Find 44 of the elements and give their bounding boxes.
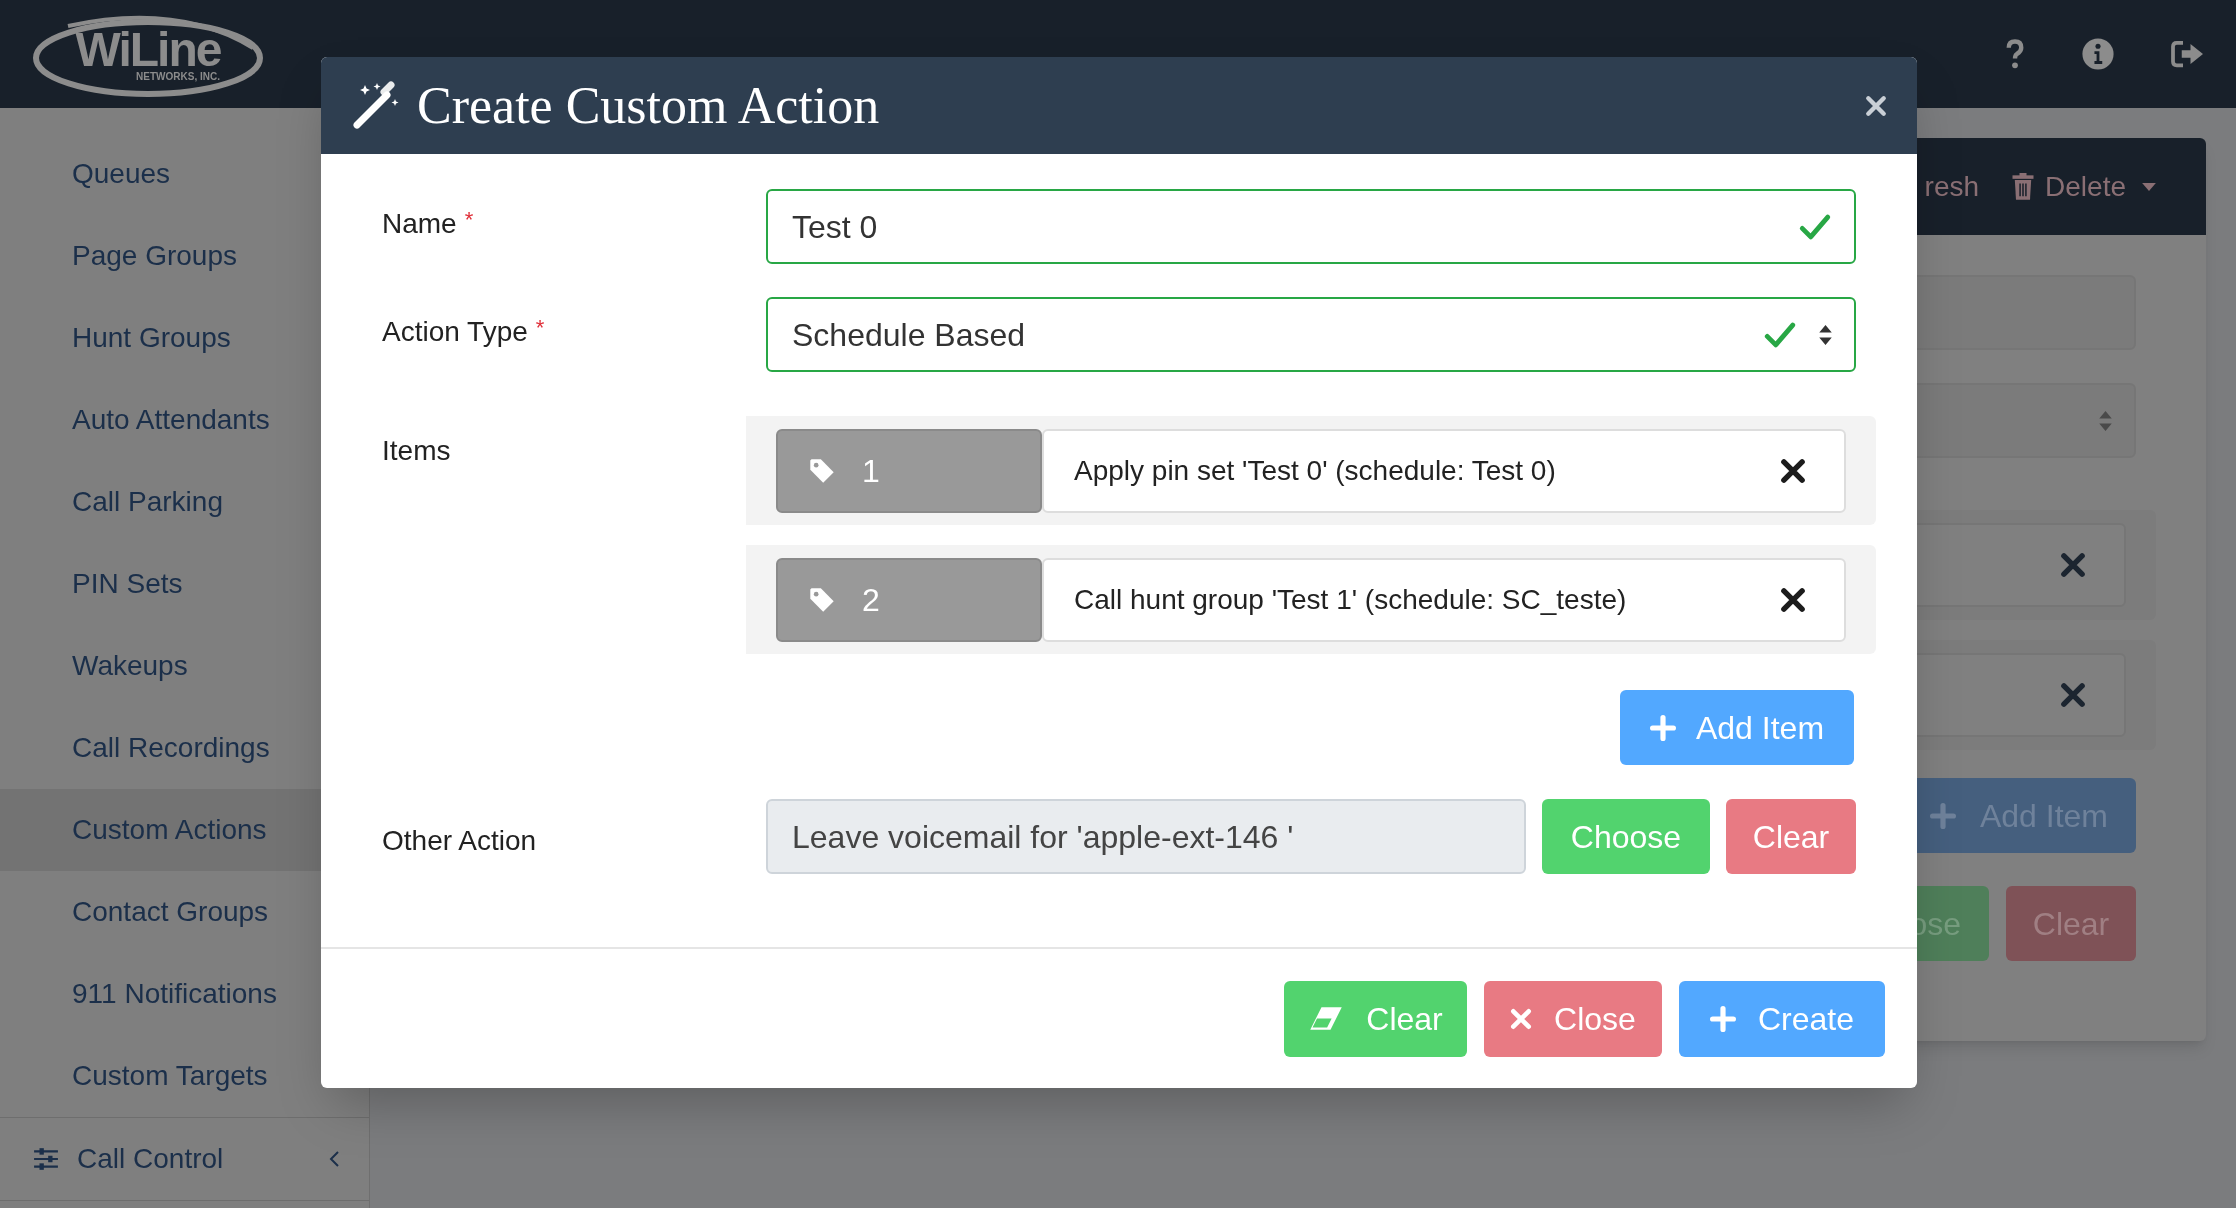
caret-icon	[2142, 182, 2156, 191]
required-mark: *	[464, 206, 474, 234]
field-label: Action Type	[382, 315, 528, 349]
plus-icon	[1709, 1005, 1736, 1032]
close-icon	[1510, 1007, 1533, 1030]
input-field: Leave voicemail for 'apple-ext-146 '	[766, 799, 1526, 874]
close-icon	[2060, 552, 2086, 578]
remove-icon[interactable]	[1780, 457, 1806, 484]
close-button[interactable]: Close	[1484, 980, 1662, 1057]
trash-icon	[2011, 172, 2036, 201]
sort-arrows-icon	[1819, 324, 1832, 345]
magic-wand-icon	[351, 80, 401, 131]
tag-icon	[808, 585, 836, 614]
chevron-left-icon	[329, 1151, 339, 1167]
eraser-icon	[1308, 1005, 1345, 1032]
help-icon[interactable]	[2004, 39, 2026, 69]
close-icon	[2060, 682, 2086, 708]
tag-icon	[808, 456, 836, 485]
sliders-icon	[33, 1148, 59, 1170]
dialog-title: Create Custom Action	[417, 75, 880, 136]
clear-button[interactable]: Clear	[1284, 980, 1467, 1057]
item-number: 1	[776, 428, 1042, 513]
remove-icon[interactable]	[1780, 586, 1806, 613]
item-text: Call hunt group 'Test 1' (schedule: SC_teste)	[1074, 582, 1628, 617]
close-icon[interactable]	[1865, 94, 1887, 117]
add-item-button[interactable]: Add Item	[1620, 690, 1854, 765]
info-icon[interactable]	[2081, 37, 2115, 71]
delete-menu[interactable]: Delete	[2011, 165, 2156, 208]
required-mark: *	[535, 314, 545, 342]
plus-icon	[1649, 714, 1676, 741]
sort-arrows-icon	[2099, 410, 2112, 431]
select-field[interactable]: Schedule Based	[766, 297, 1856, 372]
sidebar-section[interactable]: Call Control	[0, 1117, 369, 1201]
field-label: Other Action	[382, 824, 537, 856]
choose-button[interactable]: Choose	[1542, 799, 1710, 874]
clear-button[interactable]: Clear	[1726, 799, 1856, 874]
create-button[interactable]: Create	[1679, 980, 1885, 1057]
plus-icon	[1929, 802, 1956, 829]
field-label: Name	[382, 207, 457, 241]
field-label: Items	[382, 435, 451, 466]
item-number: 2	[776, 557, 1042, 642]
item-text: Apply pin set 'Test 0' (schedule: Test 0)	[1074, 453, 1557, 488]
input-field[interactable]: Test 0	[766, 189, 1856, 264]
refresh-button[interactable]: resh	[1924, 165, 1980, 208]
